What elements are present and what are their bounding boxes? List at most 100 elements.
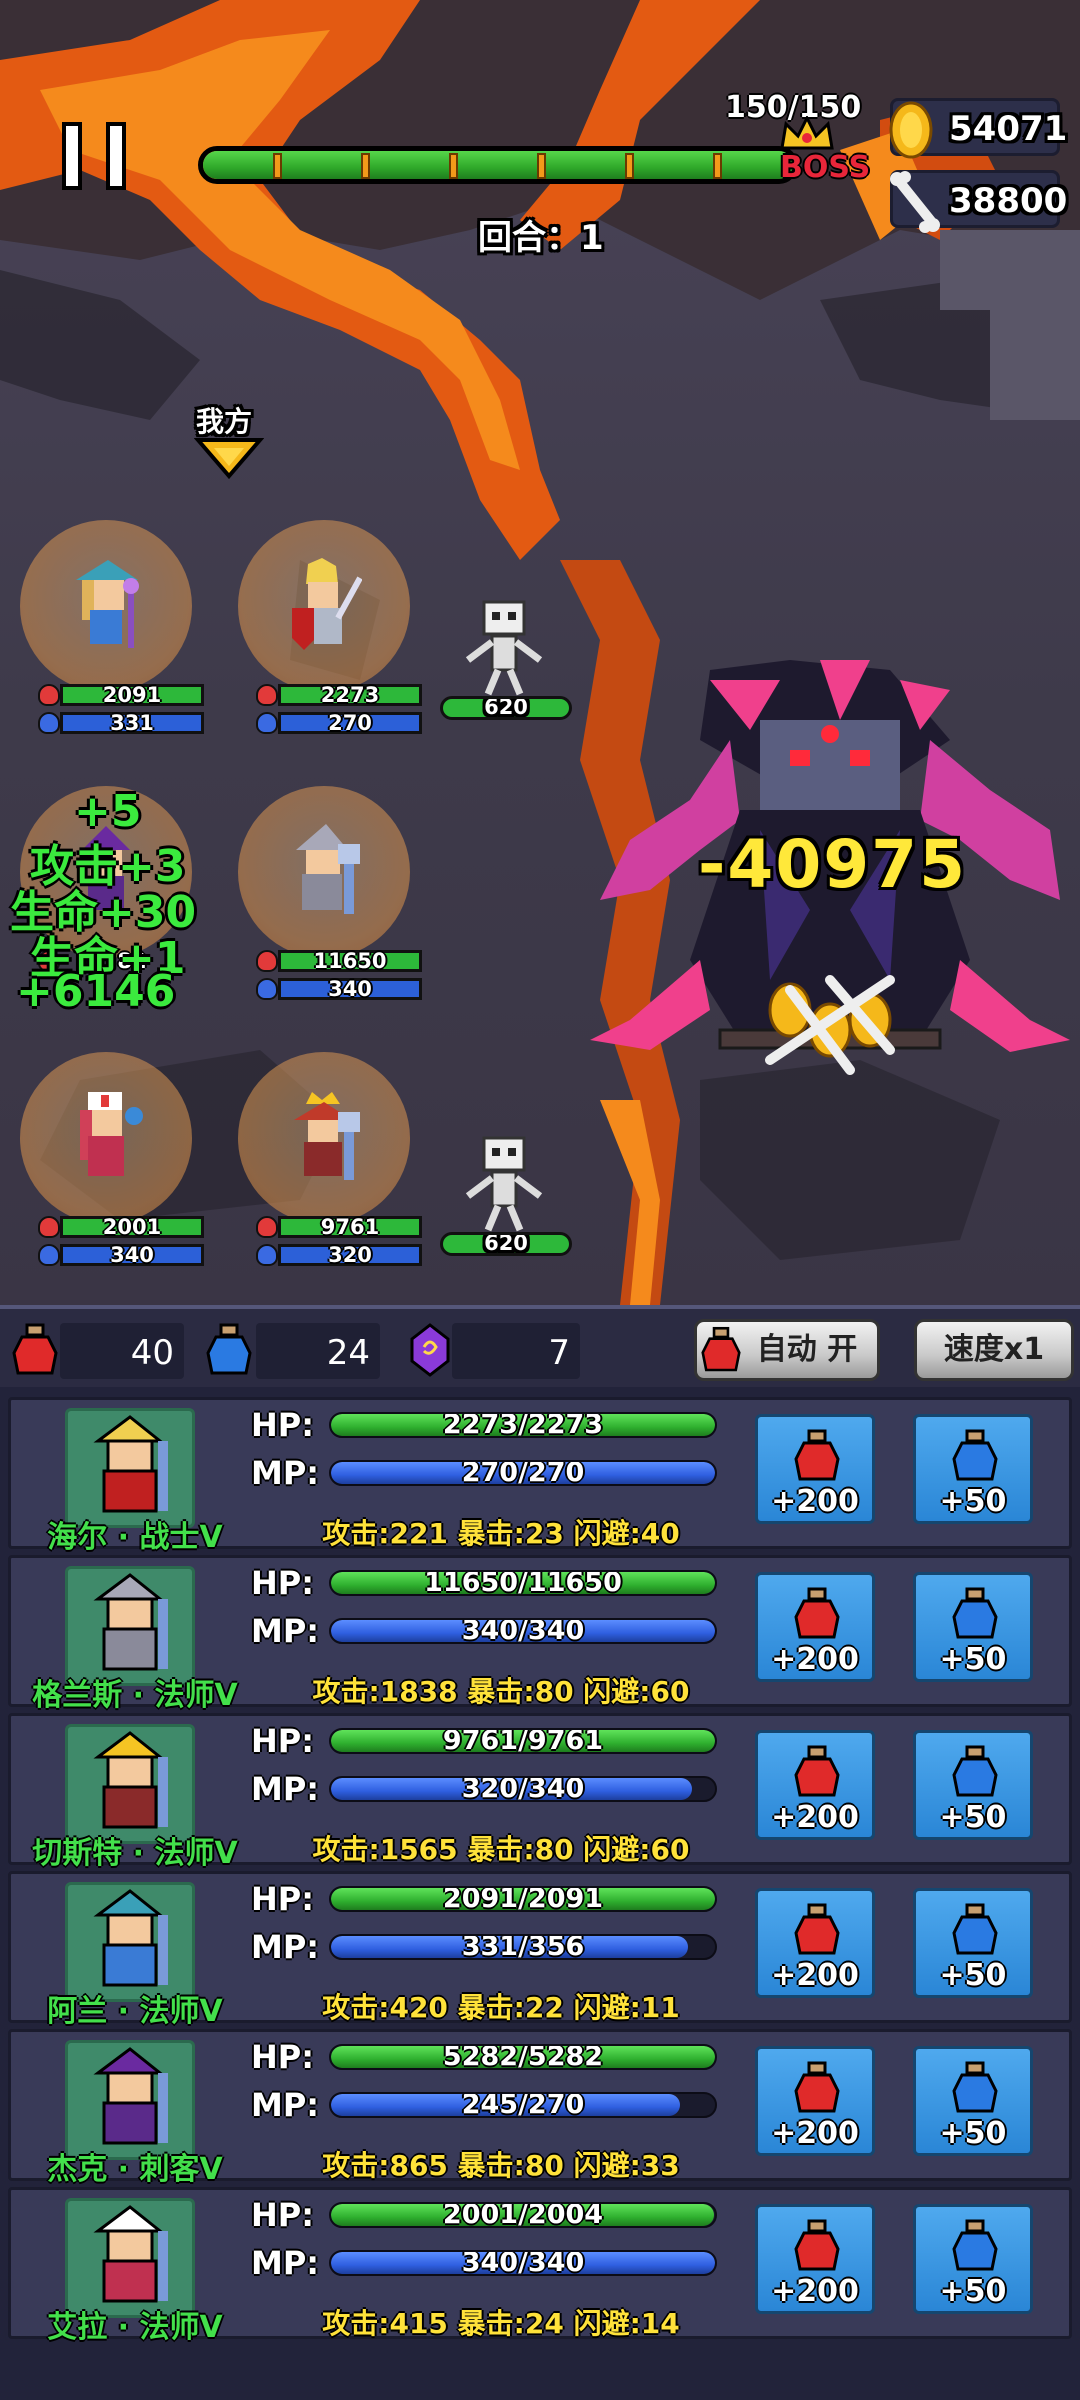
mp-potion-amount: +50 bbox=[939, 1958, 1007, 1993]
speed-button[interactable]: 速度x1 bbox=[914, 1319, 1074, 1381]
use-hp-potion-button[interactable]: +200 bbox=[755, 1730, 875, 1840]
battle-hero-grans[interactable]: 11650 340 bbox=[238, 786, 422, 1000]
mp-label: MP: bbox=[251, 1928, 320, 1966]
wave-marker bbox=[625, 153, 634, 179]
hero-portrait[interactable] bbox=[65, 2198, 195, 2318]
hero-mp-value: 331/356 bbox=[461, 1934, 585, 1960]
hp-label: HP: bbox=[251, 1564, 315, 1602]
purple-orb-icon bbox=[410, 1323, 450, 1377]
hp-potion-amount: +200 bbox=[771, 2116, 859, 2151]
skeleton-hp-bar: 620 bbox=[440, 1232, 572, 1256]
battle-hero-hale[interactable]: 2273 270 bbox=[238, 520, 422, 734]
battle-mp-value: 320 bbox=[328, 1243, 372, 1267]
battle-hero-alan[interactable]: 2091 331 bbox=[20, 520, 204, 734]
hero-mp-bar: 320/340 bbox=[329, 1776, 717, 1802]
gold-counter: 54071 bbox=[889, 98, 1067, 159]
mp-label: MP: bbox=[251, 1770, 320, 1808]
hero-name: 阿兰 · 法师Ⅴ bbox=[47, 1994, 223, 2029]
hero-portrait[interactable] bbox=[65, 1408, 195, 1528]
red-potion-icon bbox=[794, 2061, 840, 2113]
blue-potion-count-box: 24 bbox=[256, 1323, 380, 1379]
use-hp-potion-button[interactable]: +200 bbox=[755, 2046, 875, 2156]
use-hp-potion-button[interactable]: +200 bbox=[755, 1888, 875, 1998]
hero-portrait[interactable] bbox=[65, 1566, 195, 1686]
use-mp-potion-button[interactable]: +50 bbox=[913, 1730, 1033, 1840]
pause-button[interactable] bbox=[62, 122, 132, 190]
wave-progress-fill bbox=[203, 151, 793, 179]
red-potion-icon bbox=[794, 1429, 840, 1481]
hero-stats: 攻击:1838 暴击:80 闪避:60 bbox=[312, 1675, 690, 1708]
hero-hp-value: 2091/2091 bbox=[442, 1886, 604, 1912]
battle-mp-value: 340 bbox=[328, 977, 372, 1001]
hero-hp-value: 11650/11650 bbox=[424, 1570, 622, 1596]
hero-panel: 切斯特 · 法师Ⅴ HP: 9761/9761 MP: 320/340 攻击:1… bbox=[8, 1713, 1072, 1871]
red-potion-count-box: 40 bbox=[60, 1323, 184, 1379]
use-mp-potion-button[interactable]: +50 bbox=[913, 2204, 1033, 2314]
battle-mp-value: 340 bbox=[110, 1243, 154, 1267]
wave-marker bbox=[713, 153, 722, 179]
use-mp-potion-button[interactable]: +50 bbox=[913, 1572, 1033, 1682]
battle-hero-chester[interactable]: 9761 320 bbox=[238, 1052, 422, 1266]
hero-portrait-icon bbox=[93, 2047, 168, 2145]
hp-potion-amount: +200 bbox=[771, 2274, 859, 2309]
hero-name: 杰克 · 刺客Ⅴ bbox=[47, 2152, 223, 2187]
hp-potion-icon bbox=[256, 684, 278, 706]
red-potion-count: 40 bbox=[130, 1333, 174, 1373]
use-mp-potion-button[interactable]: +50 bbox=[913, 1888, 1033, 1998]
blue-potion-count: 24 bbox=[326, 1333, 370, 1373]
hero-portrait[interactable] bbox=[65, 1882, 195, 2002]
battle-hp-bar: 11650 bbox=[278, 950, 422, 972]
use-hp-potion-button[interactable]: +200 bbox=[755, 1572, 875, 1682]
hp-label: HP: bbox=[251, 2196, 315, 2234]
hp-label: HP: bbox=[251, 2038, 315, 2076]
mage-sprite-icon bbox=[296, 824, 360, 914]
use-hp-potion-button[interactable]: +200 bbox=[755, 2204, 875, 2314]
mp-label: MP: bbox=[251, 1612, 320, 1650]
skeleton-icon bbox=[465, 1136, 543, 1232]
battle-hp-bar: 2001 bbox=[60, 1216, 204, 1238]
red-potion-icon bbox=[794, 1745, 840, 1797]
warrior-sprite-icon bbox=[292, 558, 362, 650]
red-potion-icon bbox=[12, 1323, 58, 1375]
auto-button-label: 自动 开 bbox=[756, 1332, 858, 1367]
hero-portrait-icon bbox=[93, 2205, 168, 2303]
hero-portrait-icon bbox=[93, 1573, 168, 1671]
use-mp-potion-button[interactable]: +50 bbox=[913, 2046, 1033, 2156]
battle-hero-ella[interactable]: 2001 340 bbox=[20, 1052, 204, 1266]
mp-potion-icon bbox=[256, 978, 278, 1000]
battle-mp-bar: 270 bbox=[278, 712, 422, 734]
skeleton-hp-bar: 620 bbox=[440, 696, 572, 720]
hp-label: HP: bbox=[251, 1880, 315, 1918]
battle-mp-bar: 320 bbox=[278, 1244, 422, 1266]
gold-coin-icon bbox=[889, 101, 933, 159]
hp-label: HP: bbox=[251, 1406, 315, 1444]
battle-hp-value: 2273 bbox=[320, 683, 380, 707]
skeleton-icon bbox=[465, 600, 543, 696]
blue-potion-icon bbox=[952, 1429, 998, 1481]
game-screen: 150/150 BOSS 54071 38800 回合：1 我方 2091 33… bbox=[0, 0, 1080, 2400]
auto-potion-button[interactable]: 自动 开 bbox=[694, 1319, 880, 1381]
round-indicator: 回合：1 bbox=[478, 218, 604, 258]
red-potion-icon bbox=[794, 1587, 840, 1639]
red-potion-icon bbox=[794, 1903, 840, 1955]
hp-potion-icon bbox=[256, 950, 278, 972]
hero-stats: 攻击:420 暴击:22 闪避:11 bbox=[322, 1991, 680, 2024]
hero-name: 格兰斯 · 法师Ⅴ bbox=[32, 1678, 238, 1713]
hero-hp-value: 2001/2004 bbox=[442, 2202, 604, 2228]
damage-number: -40975 bbox=[698, 826, 968, 903]
blue-potion-icon bbox=[952, 1745, 998, 1797]
blue-potion-icon bbox=[952, 2061, 998, 2113]
hero-hp-bar: 11650/11650 bbox=[329, 1570, 717, 1596]
hero-portrait[interactable] bbox=[65, 2040, 195, 2160]
hero-hp-value: 5282/5282 bbox=[442, 2044, 604, 2070]
hero-name: 切斯特 · 法师Ⅴ bbox=[32, 1836, 238, 1871]
hero-hp-bar: 5282/5282 bbox=[329, 2044, 717, 2070]
use-mp-potion-button[interactable]: +50 bbox=[913, 1414, 1033, 1524]
use-hp-potion-button[interactable]: +200 bbox=[755, 1414, 875, 1524]
hp-potion-icon bbox=[38, 684, 60, 706]
purple-orb-count: 7 bbox=[548, 1333, 570, 1373]
battle-hp-value: 2001 bbox=[102, 1215, 162, 1239]
hp-potion-icon bbox=[256, 1216, 278, 1238]
battle-mp-bar: 340 bbox=[60, 1244, 204, 1266]
hero-portrait[interactable] bbox=[65, 1724, 195, 1844]
